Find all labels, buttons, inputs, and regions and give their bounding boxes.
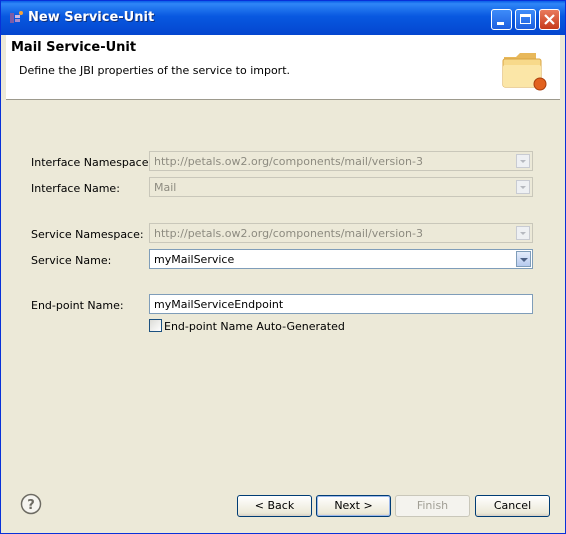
interface-name-label: Interface Name: <box>31 182 120 195</box>
close-icon <box>544 14 555 25</box>
endpoint-autogen-label[interactable]: End-point Name Auto-Generated <box>164 320 345 333</box>
endpoint-name-value[interactable]: myMailServiceEndpoint <box>154 298 283 311</box>
interface-namespace-combo: http://petals.ow2.org/components/mail/ve… <box>149 151 533 171</box>
interface-name-value: Mail <box>154 181 177 194</box>
endpoint-name-field[interactable]: myMailServiceEndpoint <box>149 294 533 314</box>
chevron-down-icon <box>516 226 530 240</box>
chevron-down-icon[interactable] <box>516 251 531 267</box>
endpoint-autogen-checkbox[interactable] <box>149 319 162 332</box>
wizard-banner: Mail Service-Unit Define the JBI propert… <box>6 35 560 100</box>
chevron-down-icon <box>516 154 530 168</box>
finish-button: Finish <box>395 495 470 517</box>
chevron-down-icon <box>516 180 530 194</box>
cancel-button[interactable]: Cancel <box>475 495 550 517</box>
service-name-value[interactable]: myMailService <box>154 253 234 266</box>
interface-namespace-label: Interface Namespace: <box>31 156 153 169</box>
service-namespace-label: Service Namespace: <box>31 228 144 241</box>
window-title: New Service-Unit <box>28 10 155 25</box>
endpoint-name-label: End-point Name: <box>31 299 124 312</box>
minimize-button[interactable] <box>491 9 512 30</box>
eclipse-app-icon <box>10 11 23 23</box>
page-description: Define the JBI properties of the service… <box>19 64 291 77</box>
service-name-label: Service Name: <box>31 254 112 267</box>
service-name-combo[interactable]: myMailService <box>149 249 533 269</box>
form-panel: Interface Namespace: http://petals.ow2.o… <box>6 100 560 478</box>
next-button[interactable]: Next > <box>316 495 391 517</box>
folder-import-icon <box>502 53 547 91</box>
svg-text:?: ? <box>27 498 35 513</box>
service-namespace-combo: http://petals.ow2.org/components/mail/ve… <box>149 223 533 243</box>
back-button[interactable]: < Back <box>237 495 312 517</box>
service-namespace-value: http://petals.ow2.org/components/mail/ve… <box>154 227 423 240</box>
new-service-unit-dialog: New Service-Unit Mail Service-Unit Defin… <box>0 0 566 534</box>
close-button[interactable] <box>539 9 560 30</box>
interface-name-combo: Mail <box>149 177 533 197</box>
interface-namespace-value: http://petals.ow2.org/components/mail/ve… <box>154 155 423 168</box>
help-icon[interactable]: ? <box>20 493 42 515</box>
page-title: Mail Service-Unit <box>11 40 137 55</box>
maximize-button[interactable] <box>515 9 536 30</box>
button-bar: ? < Back Next > Finish Cancel <box>1 478 565 533</box>
title-bar[interactable]: New Service-Unit <box>1 1 565 35</box>
